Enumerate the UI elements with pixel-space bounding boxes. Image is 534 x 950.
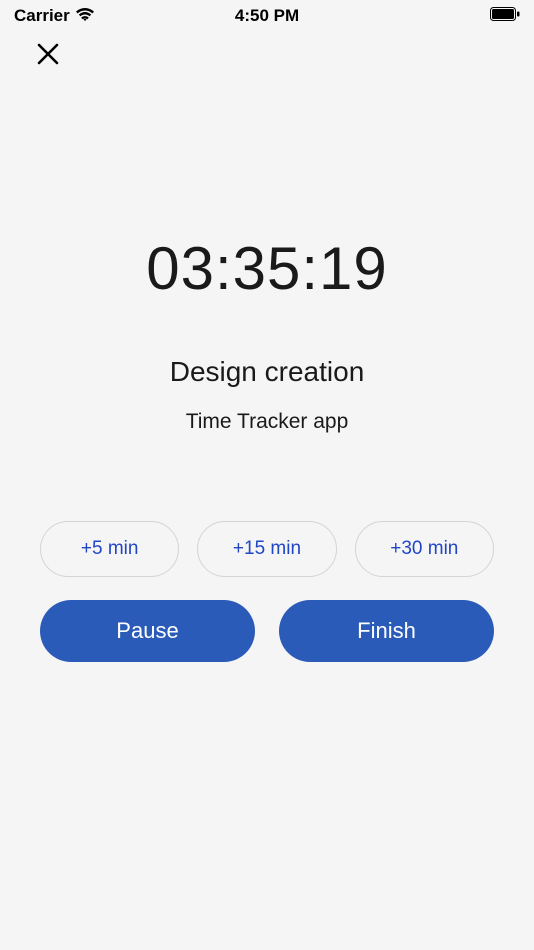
status-bar: Carrier 4:50 PM (0, 0, 534, 28)
status-left: Carrier (14, 6, 94, 26)
add-5min-label: +5 min (81, 538, 139, 560)
add-30min-button[interactable]: +30 min (355, 521, 494, 577)
add-15min-label: +15 min (233, 538, 301, 560)
wifi-icon (76, 6, 94, 26)
status-time: 4:50 PM (235, 6, 299, 26)
pause-button[interactable]: Pause (40, 600, 255, 662)
add-5min-button[interactable]: +5 min (40, 521, 179, 577)
pause-label: Pause (116, 618, 178, 644)
battery-icon (490, 6, 520, 26)
finish-button[interactable]: Finish (279, 600, 494, 662)
add-30min-label: +30 min (390, 538, 458, 560)
status-right (490, 6, 520, 26)
carrier-label: Carrier (14, 6, 70, 26)
add-time-row: +5 min +15 min +30 min (40, 521, 494, 577)
action-row: Pause Finish (40, 600, 494, 662)
finish-label: Finish (357, 618, 416, 644)
add-15min-button[interactable]: +15 min (197, 521, 336, 577)
app-label: Time Tracker app (0, 410, 534, 434)
close-button[interactable] (34, 42, 62, 70)
close-icon (37, 43, 59, 70)
task-title: Design creation (0, 356, 534, 388)
timer-display: 03:35:19 (0, 234, 534, 303)
